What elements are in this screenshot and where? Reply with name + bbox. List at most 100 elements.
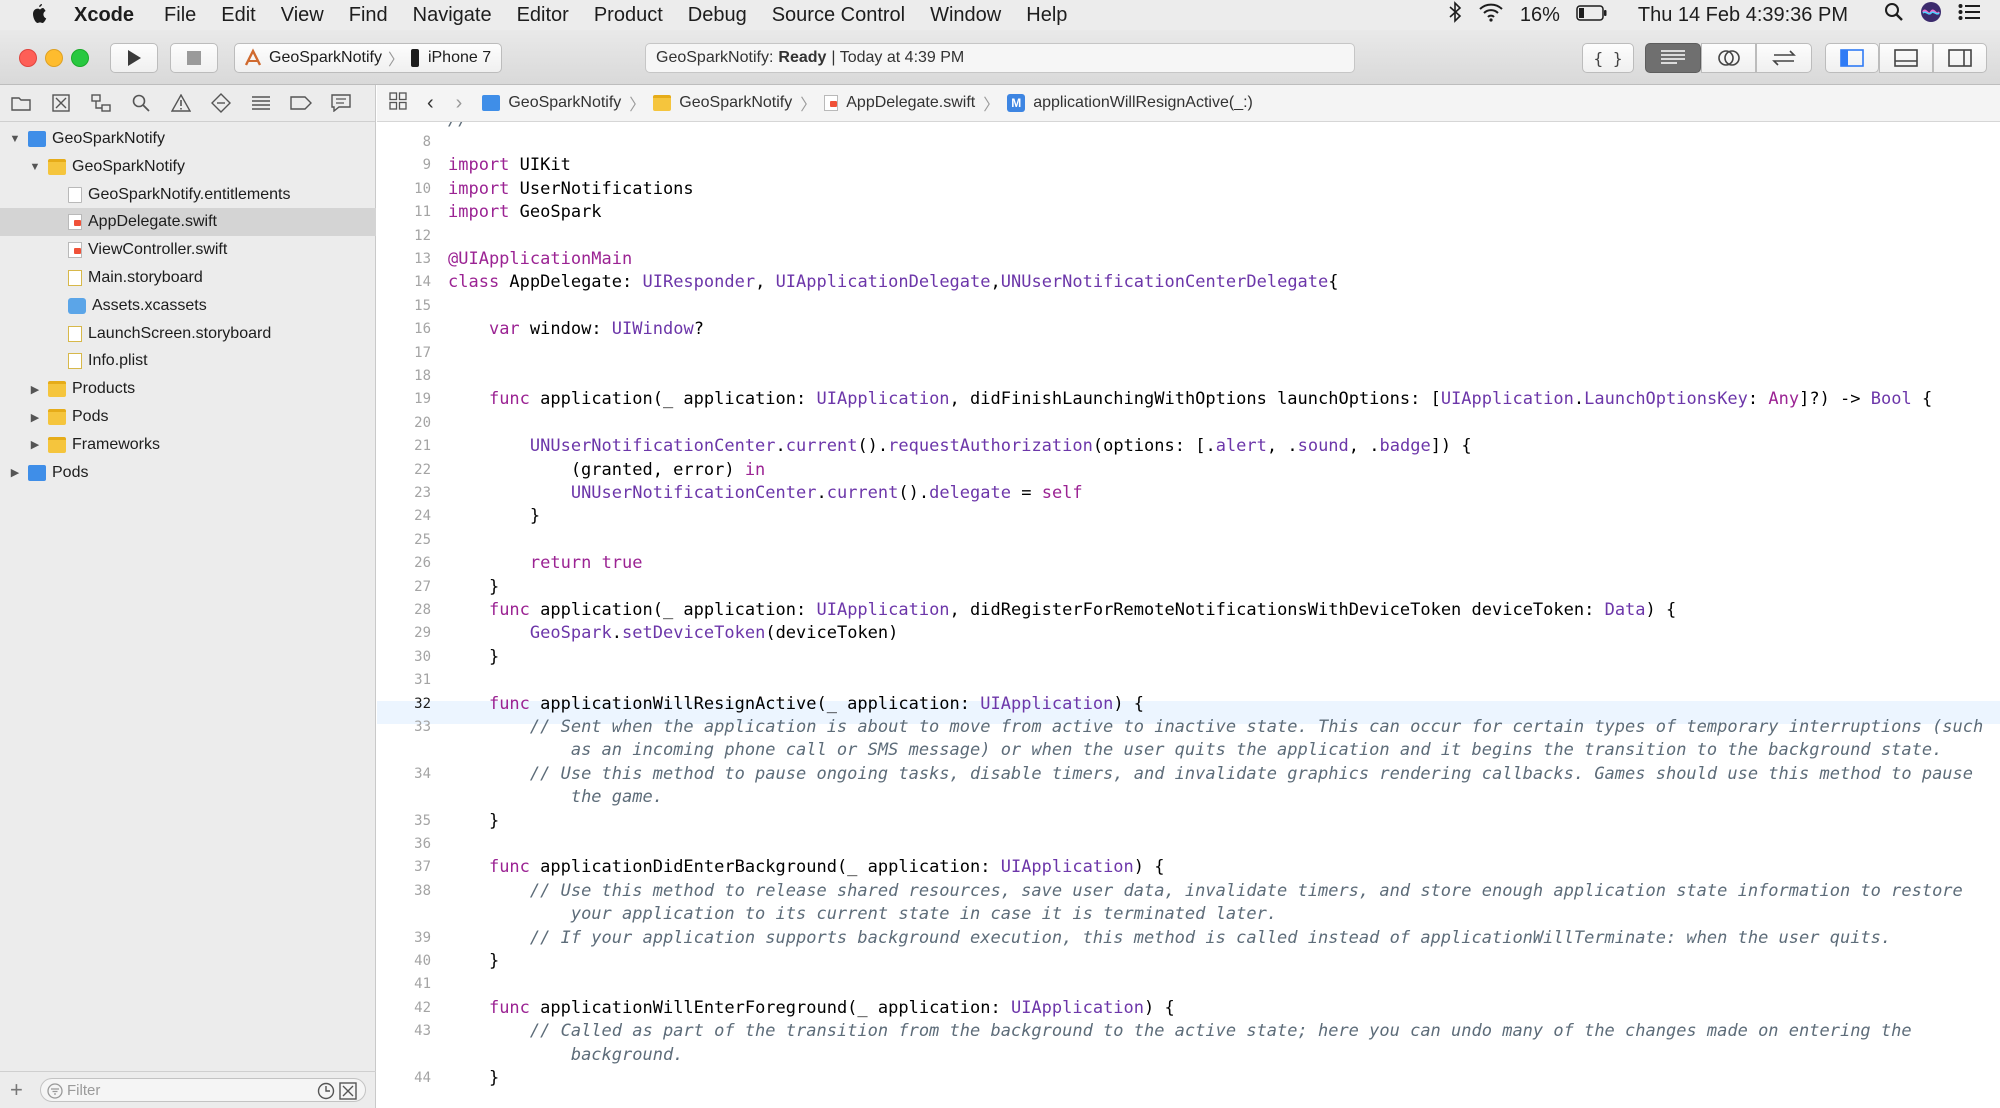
code-token: delegate [929,483,1011,503]
source-control-filter-icon[interactable] [339,1082,357,1100]
tree-item[interactable]: ▼ GeoSparkNotify [0,153,376,181]
scheme-selector[interactable]: GeoSparkNotify 〉 iPhone 7 [234,43,502,73]
menu-clock[interactable]: Thu 14 Feb 4:39:36 PM [1638,4,1848,27]
test-navigator-icon[interactable] [210,92,232,114]
tree-item[interactable]: LaunchScreen.storyboard [0,320,376,348]
source-control-navigator-icon[interactable] [50,92,72,114]
tree-item[interactable]: ▶ Frameworks [0,431,376,459]
source-editor[interactable]: // 8 9 import UIKit 10 import UserNotificati… [377,122,2000,1108]
spotlight-search-icon[interactable] [1884,2,1904,28]
menu-editor[interactable]: Editor [517,4,569,27]
swift-file-icon [824,95,839,111]
menu-debug[interactable]: Debug [688,4,747,27]
find-navigator-icon[interactable] [130,92,152,114]
disclosure-triangle-icon[interactable]: ▶ [28,438,42,451]
tree-item[interactable]: Assets.xcassets [0,292,376,320]
related-items-grid-icon[interactable] [389,91,407,115]
tree-item[interactable]: Info.plist [0,347,376,375]
library-button[interactable]: { } [1582,43,1634,73]
code-line: import GeoSpark [448,202,602,222]
code-line: your application to its current state in… [448,904,1277,924]
standard-editor-button[interactable] [1645,43,1701,73]
recent-files-clock-icon[interactable] [317,1082,335,1100]
run-button[interactable] [110,43,158,73]
code-line: func applicationDidEnterBackground(_ app… [448,857,1165,877]
zoom-window-button[interactable] [71,49,89,67]
debug-navigator-icon[interactable] [250,92,272,114]
menu-find[interactable]: Find [349,4,388,27]
tree-item[interactable]: ViewController.swift [0,236,376,264]
battery-percent: 16% [1519,3,1560,26]
code-token: UIApplicationDelegate [775,272,991,293]
version-editor-button[interactable] [1756,43,1812,73]
close-window-button[interactable] [19,49,37,67]
jump-bar: ‹ › GeoSparkNotify 〉 GeoSparkNotify 〉 Ap… [377,85,2000,122]
battery-icon[interactable] [1576,4,1608,27]
back-chevron-icon[interactable]: ‹ [427,92,434,115]
folder-navigator-icon[interactable] [10,92,32,114]
line-number: 18 [414,368,431,384]
notification-center-icon[interactable] [1958,3,1980,27]
assistant-editor-button[interactable] [1701,43,1756,73]
filter-input[interactable]: Filter [40,1078,366,1102]
menu-edit[interactable]: Edit [221,4,255,27]
issue-navigator-icon[interactable] [170,92,192,114]
line-number: 41 [414,976,431,993]
code-token: // Sent when the application is about to… [529,717,1984,737]
code-token: func [488,600,530,620]
breadcrumb-file[interactable]: AppDelegate.swift [824,94,975,112]
wifi-icon[interactable] [1478,2,1504,28]
disclosure-triangle-icon[interactable]: ▼ [28,161,42,173]
siri-icon[interactable] [1920,1,1942,29]
menu-window[interactable]: Window [930,4,1001,27]
code-token: UserNotifications [509,178,694,199]
menu-file[interactable]: File [164,4,196,27]
toggle-inspector-button[interactable] [1933,43,1987,73]
code-token: current [785,436,858,457]
toggle-debug-area-button[interactable] [1879,43,1933,73]
breadcrumb-project[interactable]: GeoSparkNotify [482,94,621,112]
stop-button[interactable] [170,43,218,73]
tree-item[interactable]: ▶ Pods [0,403,376,431]
apple-logo-icon[interactable] [26,2,52,28]
tree-item[interactable]: GeoSparkNotify.entitlements [0,181,376,209]
code-token: : [1747,389,1769,410]
menu-app-xcode[interactable]: Xcode [74,4,134,27]
line-number: 28 [414,602,431,618]
menu-help[interactable]: Help [1026,4,1067,27]
toggle-navigator-button[interactable] [1825,43,1879,73]
report-navigator-icon[interactable] [330,92,352,114]
disclosure-triangle-icon[interactable]: ▼ [8,133,22,145]
code-token: UIKit [509,155,571,176]
minimize-window-button[interactable] [45,49,63,67]
breadcrumb-symbol[interactable]: M applicationWillResignActive(_:) [1007,94,1253,112]
add-file-icon[interactable]: + [10,1077,23,1103]
tree-item[interactable]: ▶ Products [0,375,376,403]
menu-navigate[interactable]: Navigate [413,4,492,27]
line-number: 19 [414,391,431,408]
forward-chevron-icon[interactable]: › [456,92,463,115]
tree-item[interactable]: Main.storyboard [0,264,376,292]
breakpoint-navigator-icon[interactable] [290,92,312,114]
code-token: // Use this method to release shared res… [529,880,1963,901]
tree-item[interactable]: ▼ GeoSparkNotify [0,125,376,153]
disclosure-triangle-icon[interactable]: ▶ [28,411,42,424]
line-number: 23 [414,485,431,501]
disclosure-triangle-icon[interactable]: ▶ [8,466,22,479]
bluetooth-icon[interactable] [1448,1,1462,29]
code-token: { [1328,272,1339,293]
tree-item[interactable]: AppDelegate.swift [0,208,376,237]
tree-item-label: Main.storyboard [88,269,203,286]
code-token: UIApplication [816,600,950,620]
status-time: | Today at 4:39 PM [831,49,965,66]
menu-product[interactable]: Product [594,4,663,27]
code-token: ? [693,319,704,340]
symbol-navigator-icon[interactable] [90,92,112,114]
tree-item[interactable]: ▶ Pods [0,459,376,487]
breadcrumb-group[interactable]: GeoSparkNotify [653,94,792,112]
menu-source-control[interactable]: Source Control [772,4,905,27]
menu-view[interactable]: View [281,4,324,27]
disclosure-triangle-icon[interactable]: ▶ [28,383,42,396]
